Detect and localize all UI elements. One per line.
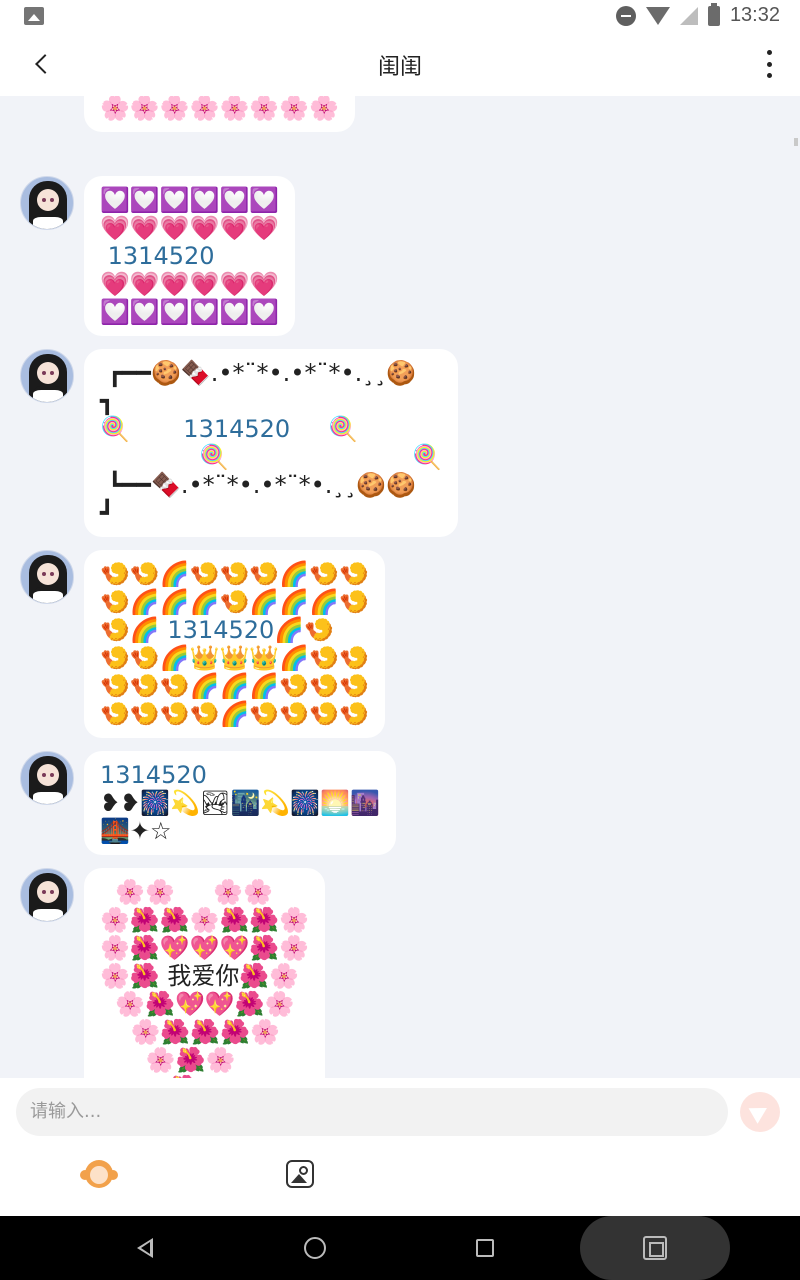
message-bubble[interactable]: ✨ ✨ 1314520✨ 🌸🌸🌸🌸🌸🌸🌸🌸 [84, 96, 356, 132]
scrollbar[interactable] [794, 138, 798, 146]
wifi-icon [645, 6, 670, 25]
monkey-emoji-icon[interactable] [80, 1158, 118, 1192]
screenshot-icon[interactable] [643, 1236, 667, 1260]
number-text: 1314520 [107, 242, 215, 270]
image-icon[interactable] [286, 1160, 314, 1188]
nav-recents-icon[interactable] [476, 1239, 494, 1257]
status-bar: 13:32 [0, 0, 800, 34]
avatar[interactable] [20, 349, 74, 403]
more-options-button[interactable] [764, 50, 774, 78]
message-row: 🌸🌸 🌸🌸 🌸🌺🌺🌸🌺🌺🌸 🌸🌺💖💖💖🌺🌸 🌸🌺 我爱你🌺🌸 🌸🌺💖💖🌺🌸 🌸🌺… [20, 868, 326, 1078]
chat-header: 闺闺 [0, 34, 800, 96]
message-bubble[interactable]: 🌸🌸 🌸🌸 🌸🌺🌺🌸🌺🌺🌸 🌸🌺💖💖💖🌺🌸 🌸🌺 我爱你🌺🌸 🌸🌺💖💖🌺🌸 🌸🌺… [84, 868, 326, 1078]
message-bubble[interactable]: ┏━━🍪🍫.•*¨*•.•*¨*•.¸¸🍪 ┓ 🍭 1314520 🍭 🍭 🍭 … [84, 349, 459, 537]
message-row: 1314520 ❥❥🎆💫🏞🌃💫🎆🌅🌆 🌉✦☆ [20, 751, 396, 855]
chat-list[interactable]: ✨ ✨ 1314520✨ 🌸🌸🌸🌸🌸🌸🌸🌸 💟💟💟💟💟💟 💗💗💗💗💗💗 1314… [0, 96, 800, 1078]
gallery-notification-icon [24, 7, 44, 25]
avatar[interactable] [20, 176, 74, 230]
system-nav-bar [0, 1216, 800, 1280]
cell-signal-icon [679, 6, 698, 25]
nav-back-icon[interactable] [137, 1238, 153, 1258]
input-bar: 请输入... [0, 1078, 800, 1216]
send-button[interactable] [740, 1092, 780, 1132]
avatar[interactable] [20, 550, 74, 604]
battery-icon [707, 2, 720, 26]
status-time: 13:32 [729, 4, 780, 26]
message-bubble[interactable]: 1314520 ❥❥🎆💫🏞🌃💫🎆🌅🌆 🌉✦☆ [84, 751, 396, 855]
message-input[interactable]: 请输入... [16, 1088, 728, 1136]
status-icons: 13:32 [615, 2, 780, 27]
message-row: 💟💟💟💟💟💟 💗💗💗💗💗💗 1314520 💗💗💗💗💗💗 💟💟💟💟💟💟 [20, 176, 296, 336]
number-text: 1314520 [183, 415, 291, 443]
message-row: ┏━━🍪🍫.•*¨*•.•*¨*•.¸¸🍪 ┓ 🍭 1314520 🍭 🍭 🍭 … [20, 349, 459, 537]
page-title: 闺闺 [377, 55, 422, 80]
message-bubble[interactable]: 🍤🍤🌈🍤🍤🍤🌈🍤🍤 🍤🌈🌈🌈🍤🌈🌈🌈🍤 🍤🌈 1314520🌈🍤 🍤🍤🌈👑👑👑🌈… [84, 550, 385, 738]
do-not-disturb-icon [615, 5, 636, 26]
nav-home-icon[interactable] [304, 1237, 326, 1259]
number-text: 1314520 [167, 616, 275, 644]
message-bubble[interactable]: 💟💟💟💟💟💟 💗💗💗💗💗💗 1314520 💗💗💗💗💗💗 💟💟💟💟💟💟 [84, 176, 296, 336]
avatar[interactable] [20, 868, 74, 922]
message-row: 🍤🍤🌈🍤🍤🍤🌈🍤🍤 🍤🌈🌈🌈🍤🌈🌈🌈🍤 🍤🌈 1314520🌈🍤 🍤🍤🌈👑👑👑🌈… [20, 550, 385, 738]
message-row: ✨ ✨ 1314520✨ 🌸🌸🌸🌸🌸🌸🌸🌸 [20, 96, 356, 132]
avatar[interactable] [20, 751, 74, 805]
send-icon [748, 1100, 772, 1124]
number-text: 1314520 [100, 761, 207, 789]
